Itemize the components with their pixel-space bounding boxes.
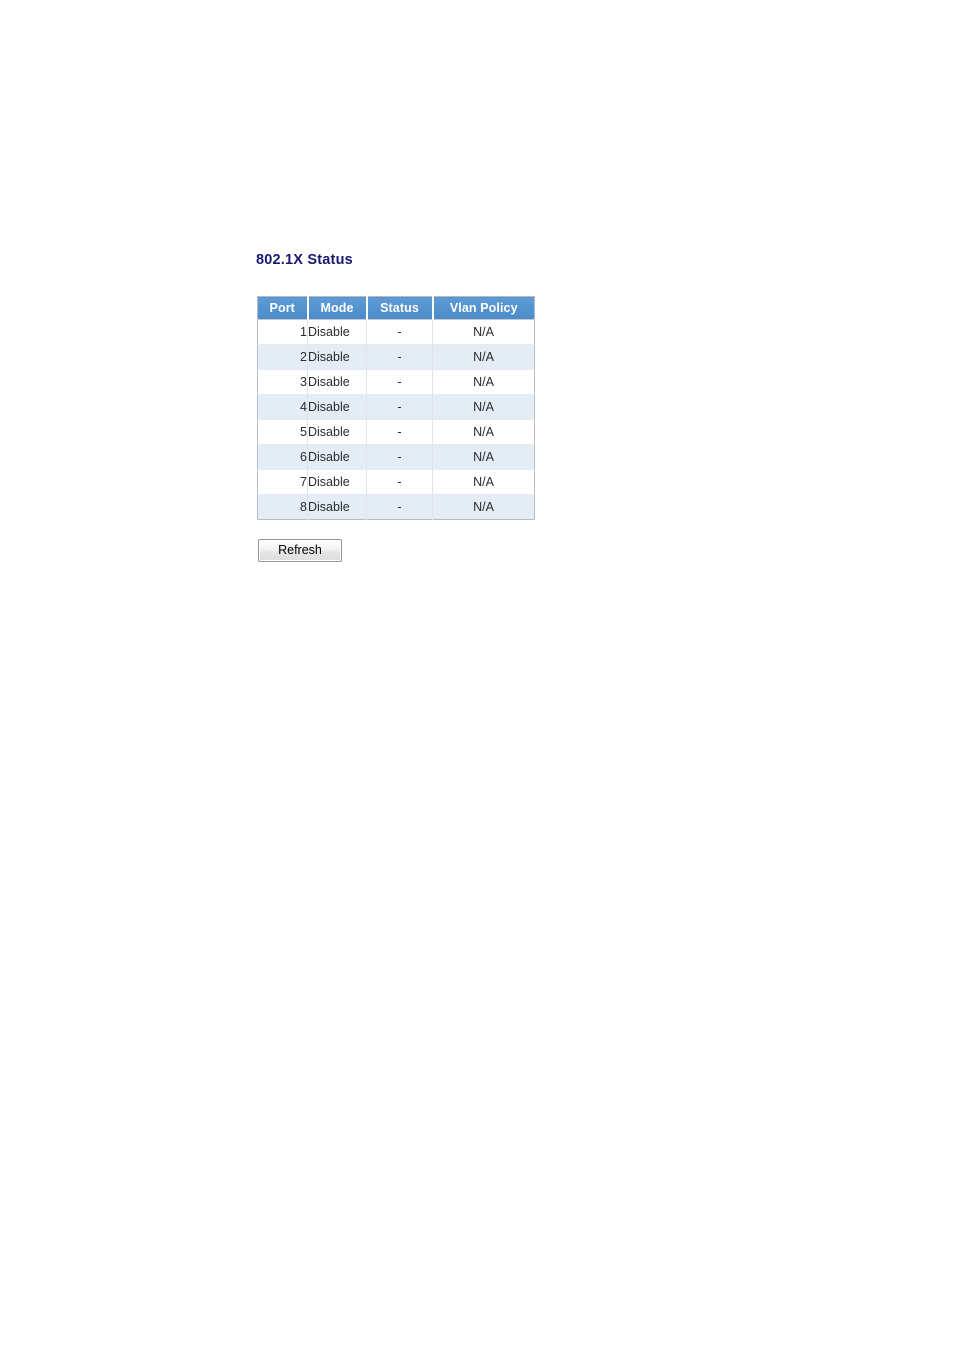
cell-status: - — [366, 394, 433, 420]
refresh-button[interactable]: Refresh — [258, 539, 342, 562]
cell-mode: Disable — [307, 369, 367, 395]
column-header-mode: Mode — [307, 296, 368, 320]
table-row: 2 Disable - N/A — [257, 344, 535, 370]
table-row: 3 Disable - N/A — [257, 369, 535, 395]
cell-status: - — [366, 444, 433, 470]
cell-status: - — [366, 494, 433, 520]
cell-port: 8 — [257, 494, 308, 520]
table-header: Port Mode Status Vlan Policy — [257, 296, 535, 320]
cell-port: 7 — [257, 469, 308, 495]
cell-vlan-policy: N/A — [432, 419, 535, 445]
cell-vlan-policy: N/A — [432, 369, 535, 395]
column-header-status: Status — [366, 296, 434, 320]
cell-port: 5 — [257, 419, 308, 445]
cell-mode: Disable — [307, 344, 367, 370]
cell-vlan-policy: N/A — [432, 394, 535, 420]
cell-status: - — [366, 469, 433, 495]
dot1x-status-table: Port Mode Status Vlan Policy 1 Disable -… — [257, 296, 535, 520]
cell-status: - — [366, 319, 433, 345]
cell-vlan-policy: N/A — [432, 469, 535, 495]
cell-status: - — [366, 369, 433, 395]
cell-port: 2 — [257, 344, 308, 370]
cell-mode: Disable — [307, 494, 367, 520]
table-row: 8 Disable - N/A — [257, 494, 535, 520]
column-header-vlan-policy: Vlan Policy — [432, 296, 535, 320]
column-header-port: Port — [257, 296, 309, 320]
cell-mode: Disable — [307, 394, 367, 420]
table-row: 7 Disable - N/A — [257, 469, 535, 495]
page-root: 802.1X Status Port Mode Status Vlan Poli… — [0, 0, 954, 1348]
cell-vlan-policy: N/A — [432, 494, 535, 520]
page-title: 802.1X Status — [256, 252, 353, 268]
cell-vlan-policy: N/A — [432, 344, 535, 370]
table-row: 4 Disable - N/A — [257, 394, 535, 420]
cell-vlan-policy: N/A — [432, 319, 535, 345]
status-table-container: Port Mode Status Vlan Policy 1 Disable -… — [257, 296, 535, 520]
cell-port: 6 — [257, 444, 308, 470]
table-row: 1 Disable - N/A — [257, 319, 535, 345]
cell-port: 3 — [257, 369, 308, 395]
cell-mode: Disable — [307, 419, 367, 445]
table-row: 5 Disable - N/A — [257, 419, 535, 445]
cell-status: - — [366, 344, 433, 370]
cell-mode: Disable — [307, 469, 367, 495]
cell-vlan-policy: N/A — [432, 444, 535, 470]
table-header-row: Port Mode Status Vlan Policy — [257, 296, 535, 320]
cell-mode: Disable — [307, 444, 367, 470]
table-row: 6 Disable - N/A — [257, 444, 535, 470]
table-body: 1 Disable - N/A 2 Disable - N/A 3 Disabl… — [257, 319, 535, 520]
cell-port: 1 — [257, 319, 308, 345]
cell-port: 4 — [257, 394, 308, 420]
cell-status: - — [366, 419, 433, 445]
cell-mode: Disable — [307, 319, 367, 345]
